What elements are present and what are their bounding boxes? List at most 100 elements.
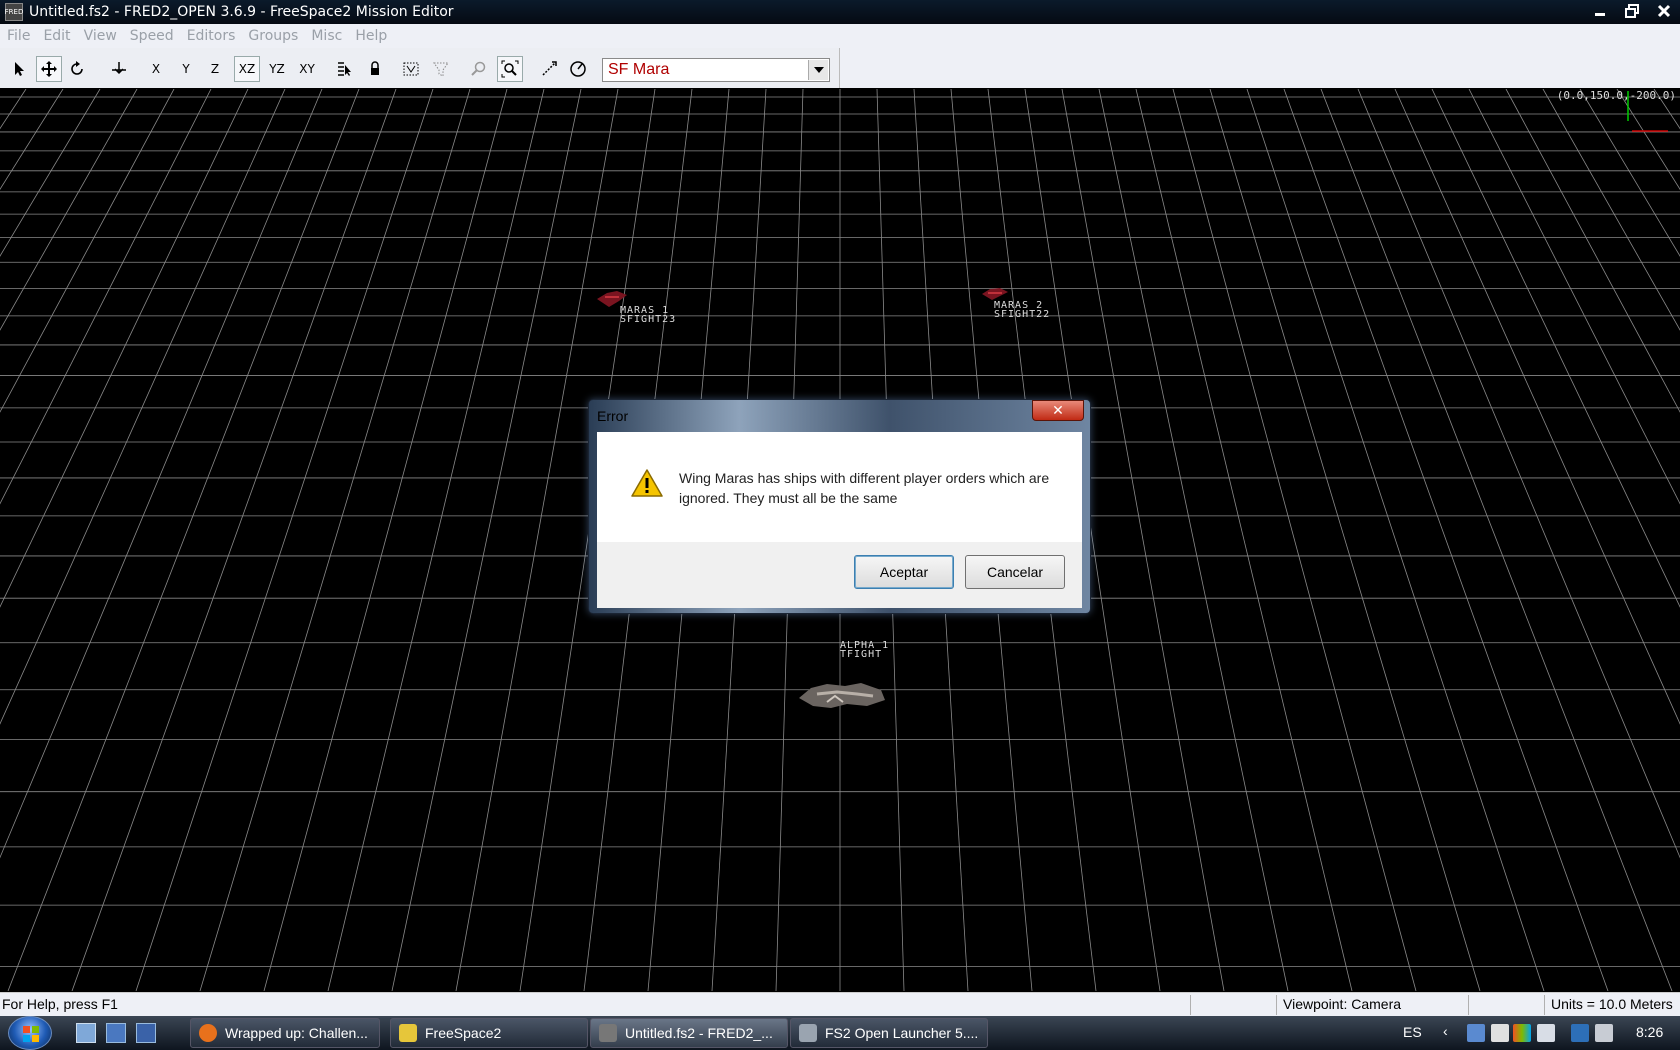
title-bar: FRED Untitled.fs2 - FRED2_OPEN 3.6.9 - F… [0,0,1680,24]
list-cursor-icon [338,62,351,76]
chevron-down-icon [813,67,824,73]
aceptar-button[interactable]: Aceptar [854,555,954,589]
status-pane-empty-2 [1468,995,1544,1015]
menu-file[interactable]: File [0,28,36,44]
security-shield-icon[interactable] [1537,1024,1555,1042]
dialog-close-button[interactable]: ✕ [1032,400,1084,421]
menu-bar: File Edit View Speed Editors Groups Misc… [0,24,1680,48]
clock[interactable]: 8:26 [1636,1024,1663,1040]
fred2-main-window: FRED Untitled.fs2 - FRED2_OPEN 3.6.9 - F… [0,0,1680,1050]
minimize-icon [1595,13,1605,16]
taskbar-firefox[interactable]: Wrapped up: Challen... [190,1018,380,1048]
grid-line [1246,89,1545,991]
ship-maras-1-label: MARAS 1 SFIGHT23 [620,306,677,325]
constrain-tool-button[interactable] [106,56,132,82]
move-tool-button[interactable] [36,56,62,82]
show-desktop-icon[interactable] [76,1023,96,1043]
axis-yz-button[interactable]: YZ [264,56,290,82]
ship-alpha-1-label: ALPHA 1 TFIGHT [840,641,889,660]
waypoint-path-icon [542,61,557,76]
switch-windows-icon[interactable] [106,1023,126,1043]
menu-groups[interactable]: Groups [241,28,304,44]
status-viewpoint: Viewpoint: Camera [1276,995,1468,1015]
minimize-button[interactable] [1584,0,1616,22]
dotted-filter-icon [433,62,449,77]
tray-expand-icon[interactable]: ‹ [1443,1023,1448,1039]
compass-button[interactable] [565,56,591,82]
taskbar-fs2-launcher-label: FS2 Open Launcher 5.... [825,1025,979,1041]
toolbar-empty-area [840,48,1680,88]
arrow-cursor-icon [15,62,24,76]
taskbar-fs2-launcher[interactable]: FS2 Open Launcher 5.... [790,1018,988,1048]
ship-alpha-1-model[interactable] [797,680,887,710]
network-monitor-icon[interactable] [1467,1024,1485,1042]
ship-maras-2-class: SFIGHT22 [994,309,1051,320]
menu-edit[interactable]: Edit [36,28,76,44]
status-bar: For Help, press F1 Viewpoint: Camera Uni… [0,992,1680,1016]
select-tool-button[interactable] [6,56,32,82]
zoom-extents-button[interactable] [497,56,523,82]
menu-editors[interactable]: Editors [180,28,242,44]
lock-button[interactable] [362,56,388,82]
restore-button[interactable] [1616,0,1648,22]
zoom-extents-icon [501,60,519,78]
status-pane-empty [1190,995,1276,1015]
ship-class-dropdown-button[interactable] [808,60,828,80]
menu-view[interactable]: View [77,28,123,44]
window-title: Untitled.fs2 - FRED2_OPEN 3.6.9 - FreeSp… [29,4,454,20]
firefox-icon [199,1024,217,1042]
axis-xy-button[interactable]: XY [294,56,320,82]
grid-line [1616,89,1680,190]
fred-app-icon[interactable]: FRED [5,3,23,21]
selection-box-button[interactable] [398,56,424,82]
close-button[interactable] [1648,0,1680,22]
grid-line [1505,89,1680,413]
menu-misc[interactable]: Misc [304,28,348,44]
taskbar-freespace2[interactable]: FreeSpace2 [390,1018,588,1048]
windows-flag-icon[interactable] [1513,1024,1531,1042]
waypoint-path-button[interactable] [536,56,562,82]
axis-z-button[interactable]: Z [202,56,228,82]
move-arrows-icon [41,61,57,77]
system-tray: ES ‹ 8:26 [1395,1016,1680,1050]
zoom-button[interactable] [466,56,492,82]
cancelar-button[interactable]: Cancelar [965,555,1065,589]
document-icon[interactable] [1491,1024,1509,1042]
menu-speed[interactable]: Speed [123,28,180,44]
grid-line [1283,89,1609,991]
ship-class-select[interactable]: SF Mara [602,58,830,82]
start-button[interactable] [8,1016,52,1050]
rotate-tool-button[interactable] [64,56,90,82]
network-icon[interactable] [1571,1024,1589,1042]
ship-alpha-1-class: TFIGHT [840,649,883,660]
grid-line [263,89,508,991]
dialog-button-area: Aceptar Cancelar [597,542,1082,608]
grid-line [135,89,434,991]
select-list-button[interactable] [332,56,358,82]
warning-icon [631,469,663,497]
orientation-axes-icon [1627,91,1668,132]
axis-xz-button[interactable]: XZ [234,56,260,82]
axis-y-button[interactable]: Y [173,56,199,82]
lock-icon [371,61,379,75]
close-icon [1657,4,1671,18]
grid-line [1431,89,1680,608]
volume-icon[interactable] [1595,1024,1613,1042]
restore-icon [1625,4,1639,18]
taskbar: Wrapped up: Challen... FreeSpace2 Untitl… [0,1016,1680,1050]
menu-help[interactable]: Help [348,28,393,44]
fred2-app-icon [599,1024,617,1042]
grid-line [199,89,471,991]
language-indicator[interactable]: ES [1403,1024,1422,1040]
grid-line [0,89,64,190]
selection-filter-button[interactable] [428,56,454,82]
axis-x-button[interactable]: X [143,56,169,82]
dotted-box-icon [403,62,419,76]
explorer-icon[interactable] [136,1023,156,1043]
grid-line [1653,89,1680,130]
ship-maras-2-label: MARAS 2 SFIGHT22 [994,301,1051,320]
grid-line [1098,89,1289,991]
ship-maras-1-class: SFIGHT23 [620,314,677,325]
taskbar-fred2[interactable]: Untitled.fs2 - FRED2_... [590,1018,788,1048]
error-dialog: Error ✕ Wing Maras has ships with differ… [588,399,1091,614]
